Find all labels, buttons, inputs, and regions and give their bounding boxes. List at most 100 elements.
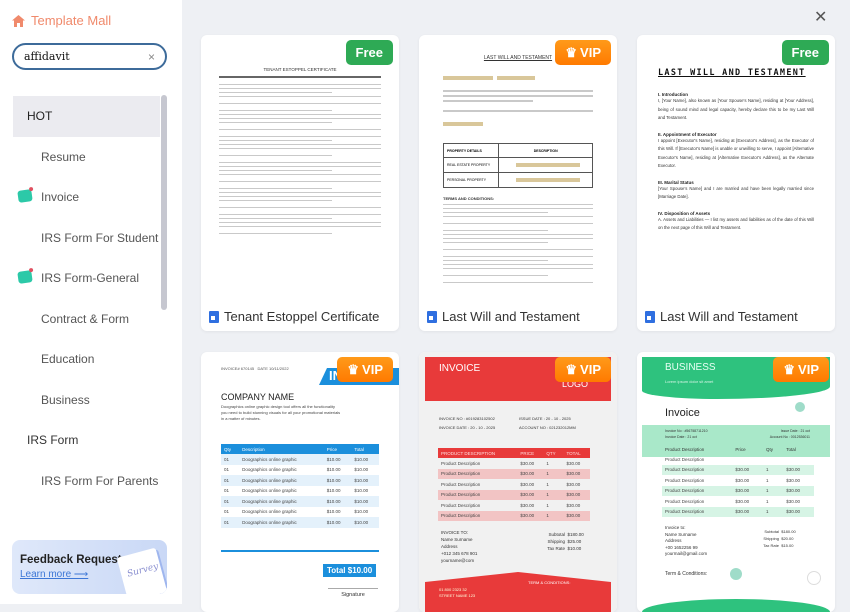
template-thumbnail: LAST WILL AND TESTAMENT PROPERTY DETAILS… [419, 35, 617, 301]
property-table: PROPERTY DETAILS DESCRIPTION REAL ESTATE … [442, 143, 593, 188]
table-row: Product Description $30.00 1 $30.00 [441, 460, 581, 466]
table-row: 01 Doographics online graphic $10.00 $10.00 [221, 454, 379, 465]
table-row: 01 Doographics online graphic $10.00 $10.00 [221, 496, 379, 507]
text-line [219, 103, 381, 104]
invoice-table: PRODUCT DESCRIPTION PRICE QTY TOTAL Product … [438, 448, 590, 521]
text-line [219, 188, 333, 189]
sidebar-item-irs-form[interactable]: IRS Form [13, 420, 160, 461]
template-card[interactable]: ♛ VIP LAST WILL AND TESTAMENT PROPERTY DE… [419, 35, 617, 331]
text-line [443, 275, 548, 276]
section-text: [Your Spouse's Name] and I are married a… [658, 185, 814, 200]
card-title: Last Will and Testament [645, 309, 798, 324]
close-icon[interactable]: ✕ [814, 7, 827, 27]
vip-badge: ♛ VIP [555, 40, 611, 65]
text-line [219, 233, 333, 234]
crown-icon: ♛ [783, 361, 796, 377]
text-line [219, 92, 333, 93]
crown-icon: ♛ [565, 361, 578, 377]
section-text: I, [Your Name], also known as [Your Spou… [658, 98, 814, 120]
doc-heading: LAST WILL AND TESTAMENT [658, 68, 806, 78]
feedback-banner[interactable]: Feedback Request Learn more ⟶ Survey [12, 540, 167, 594]
sidebar-item-label: Business [41, 392, 90, 407]
table-row: Product Description [665, 456, 705, 462]
sidebar-scrollbar[interactable] [161, 95, 167, 310]
sidebar-item-label: IRS Form [27, 433, 79, 448]
sidebar-item-irs-form-for-parents[interactable]: IRS Form For Parents [13, 461, 160, 502]
vip-badge: ♛ VIP [555, 357, 611, 382]
template-thumbnail: BUSINESS Lorem ipsum dolor sit amet Invo… [637, 352, 835, 612]
home-icon [12, 14, 25, 27]
brand-title: Template Mall [31, 13, 112, 28]
template-card[interactable]: Free TENANT ESTOPPEL CERTIFICATE Tenant … [201, 35, 399, 331]
template-card[interactable]: ♛ VIP BUSINESS Lorem ipsum dolor sit amet… [637, 352, 835, 612]
address-line: yourname@com [441, 558, 475, 563]
table-row: Product Description $30.00 1 $30.00 [665, 477, 801, 483]
text-line [219, 166, 381, 167]
sidebar-item-resume[interactable]: Resume [13, 137, 160, 178]
crown-icon: ♛ [565, 44, 578, 60]
section-text: I appoint [Executor's Name], residing at… [658, 137, 814, 169]
search-box: × [12, 43, 167, 70]
template-card[interactable]: Free LAST WILL AND TESTAMENT I. Introduc… [637, 35, 835, 331]
address-line: Address [441, 544, 458, 549]
vip-badge: ♛ VIP [337, 357, 393, 382]
sidebar-item-irs-form-general[interactable]: IRS Form-General [13, 258, 160, 299]
text-line [219, 214, 381, 215]
category-icon [17, 189, 33, 203]
sidebar-item-hot[interactable]: HOT [13, 96, 160, 137]
sidebar-item-contract-form[interactable]: Contract & Form [13, 299, 160, 340]
text-line [443, 242, 548, 243]
text-line [443, 230, 548, 231]
table-row: 01 Doographics online graphic $10.00 $10.00 [221, 506, 379, 517]
address-line: yourmail@gmail.com [665, 551, 708, 556]
sidebar-item-business[interactable]: Business [13, 380, 160, 421]
table-row: Product Description $30.00 1 $30.00 [438, 489, 590, 500]
learn-more-link[interactable]: Learn more ⟶ [20, 569, 88, 580]
sidebar-item-label: Invoice [41, 190, 80, 205]
category-icon [17, 270, 33, 284]
template-thumbnail: INVOICE LOGO INVOICE NO : #019283102502 I… [419, 352, 617, 612]
sidebar-item-irs-form-for-student[interactable]: IRS Form For Student [13, 218, 160, 259]
template-card[interactable]: ♛VIP INVOICE# 670145 DATE 10/11/2022 INV… [201, 352, 399, 612]
table-row: Product Description $30.00 1 $30.00 [662, 464, 814, 475]
table-row: 01 Doographics online graphic $10.00 $10.00 [221, 464, 379, 475]
text-line [219, 162, 381, 163]
text-line [219, 84, 381, 85]
text-line [219, 196, 381, 197]
text-line [219, 200, 333, 201]
brand[interactable]: Template Mall [12, 13, 111, 28]
text-line [443, 256, 593, 257]
table-row: Product Description $30.00 1 $30.00 [665, 498, 801, 504]
summary-row: Subtotal $180.00 [548, 532, 584, 537]
text-line [219, 170, 333, 171]
sidebar-item-label: IRS Form For Parents [41, 473, 159, 488]
sidebar-item-label: Education [41, 352, 95, 367]
text-line [219, 96, 381, 97]
sidebar: Template Mall × HOT Resume Invoice IRS Form… [0, 0, 182, 604]
text-line [443, 216, 593, 217]
vip-badge: ♛ VIP [773, 357, 829, 382]
text-line [219, 110, 333, 111]
search-input[interactable] [24, 50, 134, 63]
doc-heading: TENANT ESTOPPEL CERTIFICATE [263, 67, 337, 72]
sidebar-item-education[interactable]: Education [13, 339, 160, 380]
text-line [219, 114, 381, 115]
text-line [219, 122, 333, 123]
template-thumbnail: LAST WILL AND TESTAMENT I. Introduction I… [637, 35, 835, 301]
free-badge: Free [781, 40, 829, 65]
sidebar-item-invoice[interactable]: Invoice [13, 177, 160, 218]
sidebar-item-label: IRS Form For Student [41, 230, 159, 245]
text-line [219, 88, 381, 89]
table-row: 01 Doographics online graphic $10.00 $10.00 [221, 517, 379, 528]
table-row: Product Description $30.00 1 $30.00 [438, 468, 590, 479]
table-row: Product Description $30.00 1 $30.00 [662, 485, 814, 496]
template-card[interactable]: ♛ VIP INVOICE LOGO INVOICE NO : #01928310… [419, 352, 617, 612]
template-thumbnail: INVOICE# 670145 DATE 10/11/2022 INVOICE … [201, 352, 399, 612]
clear-search-icon[interactable]: × [148, 50, 155, 64]
address-line: +012 345 678 901 [441, 551, 478, 556]
table-row: 01 Doographics online graphic $10.00 $10.00 [221, 485, 379, 496]
table-row: Product Description $30.00 1 $30.00 [441, 502, 581, 508]
summary-row: Shipping $25.00 [547, 539, 582, 544]
sidebar-item-label: Contract & Form [41, 311, 130, 326]
text-line [219, 136, 381, 137]
